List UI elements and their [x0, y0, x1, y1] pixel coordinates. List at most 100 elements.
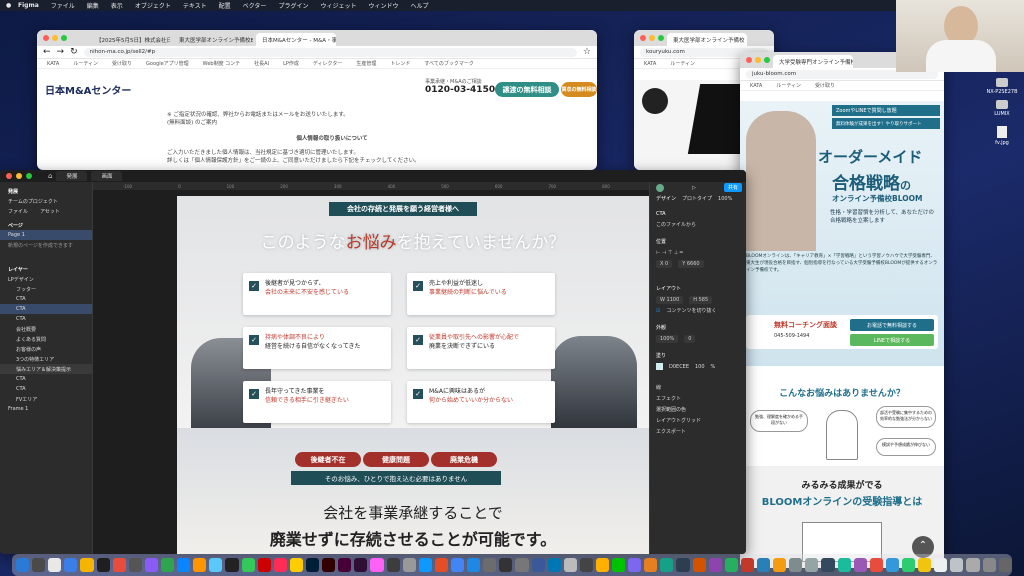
dock-app-icon[interactable]: [708, 558, 722, 572]
dock-app-icon[interactable]: [821, 558, 835, 572]
tab-prototype[interactable]: プロトタイプ: [682, 195, 712, 202]
layer-item[interactable]: よくある質問: [0, 334, 92, 344]
dock-app-icon[interactable]: [773, 558, 787, 572]
dock-app-icon[interactable]: [193, 558, 207, 572]
zoom-level[interactable]: 100%: [718, 196, 732, 202]
team-name[interactable]: チームのプロジェクト: [0, 196, 92, 206]
layer-item[interactable]: 悩みエリア＆解決策提示: [0, 364, 92, 374]
dock-app-icon[interactable]: [338, 558, 352, 572]
dock-app-icon[interactable]: [692, 558, 706, 572]
desktop-icon[interactable]: LUMIX: [982, 100, 1022, 117]
layer-item[interactable]: 3つの特徴エリア: [0, 354, 92, 364]
layer-item[interactable]: お客様の声: [0, 344, 92, 354]
dock-app-icon[interactable]: [450, 558, 465, 572]
menu-plugins[interactable]: プラグイン: [278, 1, 308, 10]
dock-app-icon[interactable]: [869, 558, 883, 572]
dock-app-icon[interactable]: [48, 558, 62, 572]
dock-app-icon[interactable]: [177, 558, 191, 572]
layer-item[interactable]: 会社概要: [0, 324, 92, 334]
bookmark[interactable]: 生産管理: [356, 60, 376, 67]
menu-help[interactable]: ヘルプ: [410, 1, 428, 10]
bookmark[interactable]: トレンド: [390, 60, 410, 67]
dock-app-icon[interactable]: [418, 558, 432, 572]
dock-app-icon[interactable]: [322, 558, 336, 572]
dock-app-icon[interactable]: [644, 558, 658, 572]
apple-icon[interactable]: ●: [6, 2, 11, 9]
cta-phone-button[interactable]: お電話で無料相談する: [850, 319, 934, 331]
dock-app-icon[interactable]: [805, 558, 819, 572]
browser-tab[interactable]: 【2025年5月5日】株式会社日本M&Aセンター: [90, 33, 170, 46]
minimize-button[interactable]: [52, 35, 58, 41]
dock-app-icon[interactable]: [209, 558, 223, 572]
bookmark[interactable]: ルーティン: [73, 60, 98, 67]
close-button[interactable]: [6, 173, 12, 179]
figma-canvas[interactable]: -100 0 100 200 300 400 500 600 700 800 会…: [93, 182, 649, 554]
dock-app-icon[interactable]: [289, 558, 303, 572]
desktop-icon[interactable]: fv.jpg: [982, 126, 1022, 146]
dock-app-icon[interactable]: [918, 558, 932, 572]
bookmark[interactable]: KATA: [644, 61, 656, 67]
dock-app-icon[interactable]: [80, 558, 94, 572]
dock-app-icon[interactable]: [305, 558, 320, 572]
dock-app-icon[interactable]: [740, 558, 755, 572]
selection-colors-heading[interactable]: 選択範囲の色: [650, 404, 746, 415]
tab-design[interactable]: デザイン: [656, 195, 676, 202]
opacity-field[interactable]: 100%: [656, 334, 679, 343]
zoom-button[interactable]: [26, 173, 32, 179]
back-icon[interactable]: ←: [43, 47, 51, 57]
dock-app-icon[interactable]: [225, 558, 239, 572]
consult-button[interactable]: 譲渡の無料相談: [495, 82, 559, 97]
menu-view[interactable]: 表示: [111, 1, 123, 10]
selection-name[interactable]: CTA: [650, 208, 746, 219]
dock-app-icon[interactable]: [515, 558, 529, 572]
dock-app-icon[interactable]: [128, 558, 142, 572]
stroke-heading[interactable]: 線: [650, 382, 746, 393]
dock-app-icon[interactable]: [16, 558, 30, 572]
radius-field[interactable]: 0: [684, 334, 696, 343]
avatar[interactable]: [656, 183, 664, 192]
dock-app-icon[interactable]: [982, 558, 996, 572]
dock-app-icon[interactable]: [966, 558, 980, 572]
bookmark[interactable]: 受け取り: [112, 60, 132, 67]
lp-frame[interactable]: 会社の存続と発展を願う経営者様へ このようなお悩みを抱えていませんか？ ✓ 後継者…: [177, 196, 649, 554]
bookmark[interactable]: Googleアプリ管理: [146, 60, 189, 67]
dock-app-icon[interactable]: [96, 558, 110, 572]
layout-grid-heading[interactable]: レイアウトグリッド: [650, 415, 746, 426]
effects-heading[interactable]: エフェクト: [650, 393, 746, 404]
layer-item[interactable]: CTA: [0, 294, 92, 304]
dock-app-icon[interactable]: [467, 558, 481, 572]
menu-file[interactable]: ファイル: [51, 1, 75, 10]
reload-icon[interactable]: ↻: [70, 47, 78, 57]
close-button[interactable]: [640, 35, 646, 41]
dock-app-icon[interactable]: [660, 558, 674, 572]
layer-item[interactable]: CTA: [0, 384, 92, 394]
menu-object[interactable]: オブジェクト: [135, 1, 171, 10]
menubar-app[interactable]: Figma: [18, 2, 39, 9]
bookmark[interactable]: 受け取り: [815, 82, 835, 89]
height-field[interactable]: H 585: [689, 295, 713, 304]
dock-app-icon[interactable]: [950, 558, 964, 572]
menu-arrange[interactable]: 配置: [219, 1, 231, 10]
menu-vector[interactable]: ベクター: [243, 1, 267, 10]
forward-icon[interactable]: →: [57, 47, 65, 57]
phone-value[interactable]: 0120-03-4150: [425, 85, 495, 95]
dock-app-icon[interactable]: [612, 558, 626, 572]
layer-item[interactable]: Frame 1: [0, 404, 92, 414]
dock-app-icon[interactable]: [32, 558, 46, 572]
bookmark[interactable]: 社長AI: [254, 60, 269, 67]
dock-app-icon[interactable]: [902, 558, 916, 572]
menu-edit[interactable]: 編集: [87, 1, 99, 10]
page-item[interactable]: Page 1: [0, 230, 92, 240]
browser-tab-active[interactable]: 日本M&Aセンター - M&A・事業承継なら: [256, 33, 336, 46]
dock-app-icon[interactable]: [354, 558, 368, 572]
browser-tab-active[interactable]: 東大医学部オンライン予備校: [667, 33, 747, 46]
dock-app-icon[interactable]: [434, 558, 448, 572]
home-icon[interactable]: ⌂: [48, 172, 52, 180]
layer-item[interactable]: フッター: [0, 284, 92, 294]
fill-opacity[interactable]: 100: [695, 364, 705, 370]
dock-app-icon[interactable]: [144, 558, 158, 572]
buy-button[interactable]: 買収の無料相談: [561, 82, 597, 97]
url-field[interactable]: nihon-ma.co.jp/sell2/#p: [83, 47, 577, 57]
zoom-button[interactable]: [764, 57, 770, 63]
layer-item[interactable]: LPデザイン: [0, 274, 92, 284]
